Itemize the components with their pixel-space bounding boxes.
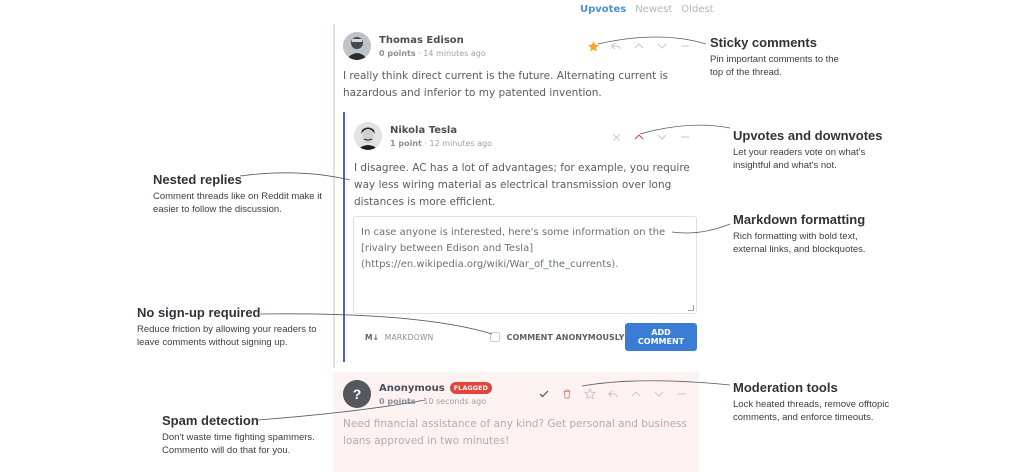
edison-comment-actions <box>586 39 692 53</box>
comment-body: I disagree. AC has a lot of advantages; … <box>354 162 690 208</box>
remove-vote-icon[interactable] <box>609 130 623 144</box>
resize-handle[interactable] <box>688 305 694 311</box>
avatar <box>343 32 371 60</box>
feature-nested-replies: Nested replies Comment threads like on R… <box>153 172 343 216</box>
anonymous-toggle[interactable]: COMMENT ANONYMOUSLY <box>489 332 625 342</box>
comment-score: 1 point <box>390 138 422 148</box>
feature-description: Don't waste time fighting spammers. Comm… <box>162 432 315 456</box>
downvote-icon[interactable] <box>655 39 669 53</box>
comment-author[interactable]: Thomas Edison <box>379 35 486 46</box>
reply-text: In case anyone is interested, here's som… <box>361 227 666 270</box>
feature-title: Upvotes and downvotes <box>733 128 883 143</box>
feature-markdown: Markdown formatting Rich formatting with… <box>733 212 923 256</box>
reply-footer: M↓ MARKDOWN COMMENT ANONYMOUSLY ADD COMM… <box>353 322 697 352</box>
add-comment-button[interactable]: ADD COMMENT <box>625 323 697 351</box>
feature-title: No sign-up required <box>137 305 261 320</box>
comment-timestamp: · 14 minutes ago <box>418 48 486 58</box>
reply-textarea[interactable]: In case anyone is interested, here's som… <box>353 216 697 314</box>
avatar: ? <box>343 380 371 408</box>
tesla-comment-actions <box>609 130 692 144</box>
comment-body: Need financial assistance of any kind? G… <box>343 418 687 447</box>
feature-moderation: Moderation tools Lock heated threads, re… <box>733 380 923 424</box>
flagged-badge: FLAGGED <box>449 382 492 394</box>
collapse-icon[interactable] <box>675 387 689 401</box>
edison-comment-header: Thomas Edison 0 points · 14 minutes ago <box>343 32 486 60</box>
feature-title: Markdown formatting <box>733 212 866 227</box>
sort-upvotes-tab[interactable]: Upvotes <box>580 4 626 15</box>
upvote-icon[interactable] <box>632 39 646 53</box>
feature-sticky-comments: Sticky comments Pin important comments t… <box>710 35 900 79</box>
tesla-comment-header: Nikola Tesla 1 point · 12 minutes ago <box>354 122 492 150</box>
feature-description: Reduce friction by allowing your readers… <box>137 324 317 348</box>
anonymous-comment-header: ? Anonymous FLAGGED 0 points · 10 seconds… <box>343 380 492 408</box>
feature-title: Nested replies <box>153 172 242 187</box>
sticky-star-outline-icon[interactable] <box>583 387 597 401</box>
svg-text:?: ? <box>353 386 362 402</box>
sort-options: Upvotes Newest Oldest <box>580 4 714 15</box>
comment-author[interactable]: Nikola Tesla <box>390 125 492 136</box>
reply-icon[interactable] <box>606 387 620 401</box>
feature-description: Lock heated threads, remove offtopic com… <box>733 399 890 423</box>
reply-icon[interactable] <box>609 39 623 53</box>
feature-description: Let your readers vote on what's insightf… <box>733 147 866 171</box>
collapse-icon[interactable] <box>678 39 692 53</box>
comment-body: I really think direct current is the fut… <box>343 70 668 99</box>
comment-score: 0 points <box>379 48 416 58</box>
sort-oldest-tab[interactable]: Oldest <box>681 4 713 15</box>
markdown-icon: M↓ <box>365 332 380 342</box>
downvote-icon[interactable] <box>652 387 666 401</box>
markdown-label: MARKDOWN <box>384 332 434 342</box>
collapse-icon[interactable] <box>678 130 692 144</box>
delete-trash-icon[interactable] <box>560 387 574 401</box>
feature-no-signup: No sign-up required Reduce friction by a… <box>137 305 337 349</box>
sticky-star-icon[interactable] <box>586 39 600 53</box>
moderation-actions <box>537 387 689 401</box>
feature-title: Moderation tools <box>733 380 838 395</box>
feature-spam-detection: Spam detection Don't waste time fighting… <box>162 413 352 457</box>
feature-title: Sticky comments <box>710 35 817 50</box>
feature-votes: Upvotes and downvotes Let your readers v… <box>733 128 923 172</box>
anonymous-checkbox[interactable] <box>489 332 500 342</box>
feature-description: Pin important comments to the top of the… <box>710 54 839 78</box>
markdown-help-link[interactable]: M↓ MARKDOWN <box>365 333 434 342</box>
feature-description: Rich formatting with bold text, external… <box>733 231 866 255</box>
comment-author: Anonymous <box>379 383 445 394</box>
approve-check-icon[interactable] <box>537 387 551 401</box>
feature-description: Comment threads like on Reddit make it e… <box>153 191 322 215</box>
comment-score: 0 points <box>379 397 416 406</box>
anonymous-label: COMMENT ANONYMOUSLY <box>506 332 625 342</box>
comment-timestamp: · 10 seconds ago <box>418 397 487 406</box>
sort-newest-tab[interactable]: Newest <box>635 4 672 15</box>
downvote-icon[interactable] <box>655 130 669 144</box>
comment-timestamp: · 12 minutes ago <box>424 138 492 148</box>
feature-title: Spam detection <box>162 413 259 428</box>
avatar <box>354 122 382 150</box>
upvote-icon[interactable] <box>629 387 643 401</box>
upvote-active-icon[interactable] <box>632 130 646 144</box>
